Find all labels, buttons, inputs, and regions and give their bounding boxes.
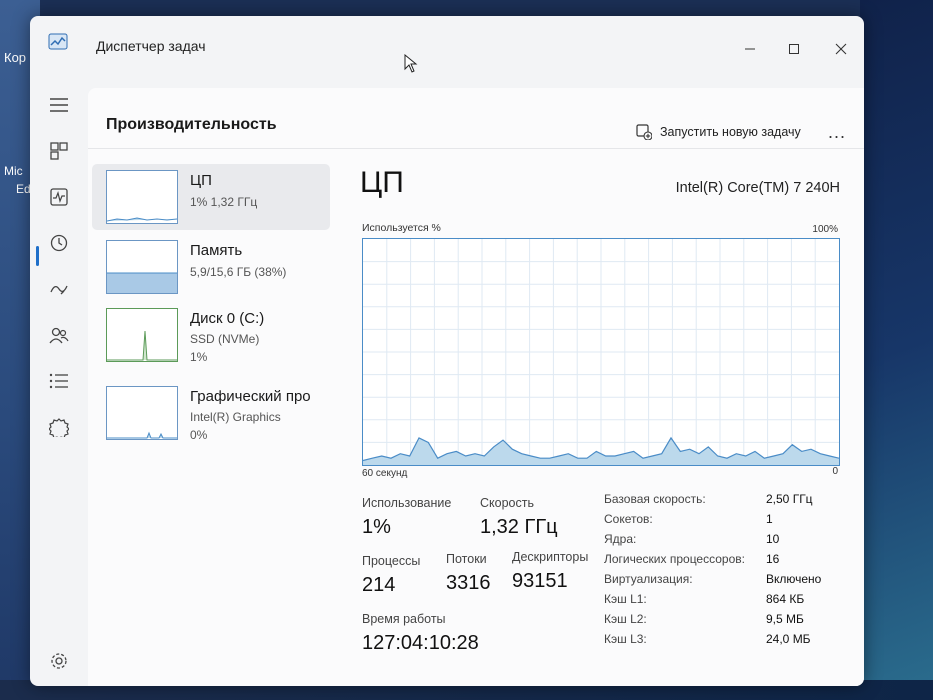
services-icon[interactable] [44,412,74,442]
spec-value: 16 [766,552,780,566]
resource-item-memory[interactable]: Память 5,9/15,6 ГБ (38%) [92,234,330,300]
desktop-background-right [860,0,933,700]
details-icon[interactable] [44,366,74,396]
resource-detail: 0% [190,428,208,442]
hamburger-menu-icon[interactable] [44,90,74,120]
page-header: Производительность Запустить новую задач… [88,88,864,149]
graph-grid [363,239,839,465]
resource-name: ЦП [190,172,212,189]
maximize-icon [789,44,799,54]
processes-label: Процессы [362,554,421,568]
usage-value: 1% [362,516,391,538]
page-title: Производительность [106,116,277,133]
task-manager-window: Диспетчер задач Производительность Запус… [30,16,864,686]
title-bar[interactable]: Диспетчер задач [30,16,864,76]
spec-key: Кэш L3: [604,632,647,646]
resource-detail: SSD (NVMe) [190,332,260,346]
run-new-task-label: Запустить новую задачу [660,125,801,139]
threads-value: 3316 [446,572,491,594]
resource-item-gpu[interactable]: Графический про Intel(R) Graphics 0% [92,380,330,446]
graph-time-span: 60 секунд [362,468,408,479]
spec-value: 24,0 МБ [766,632,811,646]
spec-value: 9,5 МБ [766,612,804,626]
spec-row-cache-l3: Кэш L3: 24,0 МБ [604,632,844,650]
processes-icon[interactable] [44,136,74,166]
spec-row-logical-processors: Логических процессоров: 16 [604,552,844,570]
spec-row-virtualization: Виртуализация: Включено [604,572,844,590]
users-icon[interactable] [44,320,74,350]
spec-row-cache-l1: Кэш L1: 864 КБ [604,592,844,610]
spec-key: Базовая скорость: [604,492,706,506]
resource-name: Графический про [190,388,311,405]
handles-value: 93151 [512,570,568,592]
resource-detail: 1% 1,32 ГГц [190,195,258,209]
spec-value: Включено [766,572,822,586]
desktop-icon-label: Кор [4,50,27,65]
desktop-icon-label: Ed [16,182,31,196]
gear-icon[interactable] [44,646,74,676]
disk-thumbnail-graph [106,308,178,362]
processes-value: 214 [362,574,396,596]
window-title: Диспетчер задач [96,38,206,54]
resource-item-cpu[interactable]: ЦП 1% 1,32 ГГц [92,164,330,230]
spec-row-cores: Ядра: 10 [604,532,844,550]
resource-name: Память [190,242,243,259]
graph-min-label: 0 [832,466,838,477]
cpu-usage-graph [362,238,840,466]
resource-detail: 1% [190,350,208,364]
speed-label: Скорость [480,496,534,510]
navigation-rail [30,76,88,686]
desktop-icon-label: Mic [4,164,23,178]
close-button[interactable] [827,38,855,60]
cpu-heading: ЦП [360,166,404,199]
content-pane: Производительность Запустить новую задач… [88,88,864,686]
cpu-usage-graph-svg [362,239,840,465]
resource-item-disk[interactable]: Диск 0 (C:) SSD (NVMe) 1% [92,302,330,368]
resource-list: ЦП 1% 1,32 ГГц Память 5,9/15,6 ГБ (38%) … [88,150,330,686]
mouse-cursor-icon [404,54,418,73]
startup-apps-icon[interactable] [44,274,74,304]
uptime-label: Время работы [362,612,446,626]
spec-key: Сокетов: [604,512,653,526]
performance-icon[interactable] [44,182,74,212]
app-history-icon[interactable] [44,228,74,258]
resource-detail: 5,9/15,6 ГБ (38%) [190,265,287,279]
close-icon [835,43,847,55]
usage-label: Использование [362,496,452,510]
spec-row-cache-l2: Кэш L2: 9,5 МБ [604,612,844,630]
spec-row-sockets: Сокетов: 1 [604,512,844,530]
resource-detail: Intel(R) Graphics [190,410,281,424]
spec-value: 864 КБ [766,592,805,606]
spec-value: 1 [766,512,773,526]
spec-key: Ядра: [604,532,637,546]
spec-value: 10 [766,532,780,546]
run-new-task-button[interactable]: Запустить новую задачу [636,124,801,140]
graph-label: Используется % [362,222,441,234]
spec-key: Логических процессоров: [604,552,745,566]
speed-value: 1,32 ГГц [480,516,558,538]
minimize-button[interactable] [736,38,764,60]
cpu-detail-panel: ЦП Intel(R) Core(TM) 7 240H Используется… [344,150,864,686]
more-options-button[interactable]: ... [828,122,846,143]
gpu-thumbnail-graph [106,386,178,440]
spec-value: 2,50 ГГц [766,492,813,506]
resource-name: Диск 0 (C:) [190,310,265,327]
new-task-icon [636,124,652,140]
spec-row-base-speed: Базовая скорость: 2,50 ГГц [604,492,844,510]
memory-thumbnail-graph [106,240,178,294]
handles-label: Дескрипторы [512,550,589,564]
uptime-value: 127:04:10:28 [362,632,479,654]
task-manager-app-icon [48,32,68,52]
minimize-icon [745,48,755,50]
maximize-button[interactable] [780,38,808,60]
spec-key: Виртуализация: [604,572,693,586]
threads-label: Потоки [446,552,487,566]
spec-key: Кэш L1: [604,592,647,606]
graph-max-label: 100% [812,224,838,235]
nav-active-indicator [36,246,39,266]
cpu-thumbnail-graph [106,170,178,224]
cpu-model-name: Intel(R) Core(TM) 7 240H [675,180,840,196]
spec-key: Кэш L2: [604,612,647,626]
